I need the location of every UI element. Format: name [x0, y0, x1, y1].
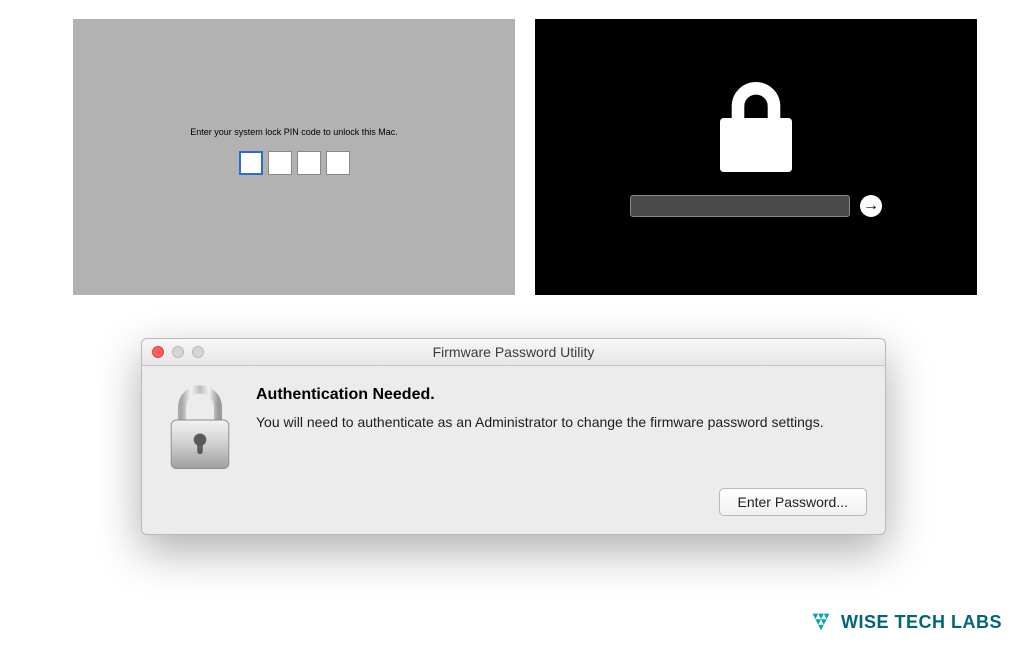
watermark-text: WISE TECH LABS — [841, 612, 1002, 633]
minimize-window-button[interactable] — [172, 346, 184, 358]
watermark: WISE TECH LABS — [807, 608, 1002, 636]
titlebar: Firmware Password Utility — [142, 339, 885, 366]
zoom-window-button[interactable] — [192, 346, 204, 358]
close-window-button[interactable] — [152, 346, 164, 358]
pin-digit-4[interactable] — [326, 151, 350, 175]
enter-password-button[interactable]: Enter Password... — [719, 488, 868, 516]
password-row: → — [630, 195, 882, 217]
submit-arrow-button[interactable]: → — [860, 195, 882, 217]
padlock-icon — [164, 384, 236, 474]
dialog-body: Authentication Needed. You will need to … — [142, 366, 885, 488]
pin-digit-2[interactable] — [268, 151, 292, 175]
lock-icon — [711, 77, 801, 177]
brand-logo-icon — [807, 608, 835, 636]
window-traffic-lights — [142, 346, 204, 358]
pin-digit-3[interactable] — [297, 151, 321, 175]
pin-instruction-text: Enter your system lock PIN code to unloc… — [190, 127, 398, 137]
dialog-text: Authentication Needed. You will need to … — [256, 384, 863, 432]
firmware-lock-screen: → — [535, 19, 977, 295]
arrow-right-icon: → — [863, 198, 879, 214]
pin-lock-screen: Enter your system lock PIN code to unloc… — [73, 19, 515, 295]
dialog-heading: Authentication Needed. — [256, 386, 863, 404]
pin-input-group — [239, 151, 350, 175]
dialog-title: Firmware Password Utility — [142, 344, 885, 360]
pin-digit-1[interactable] — [239, 151, 263, 175]
dialog-description: You will need to authenticate as an Admi… — [256, 412, 863, 432]
dialog-footer: Enter Password... — [142, 488, 885, 534]
password-field[interactable] — [630, 195, 850, 217]
firmware-password-dialog: Firmware Password Utility — [141, 338, 886, 535]
